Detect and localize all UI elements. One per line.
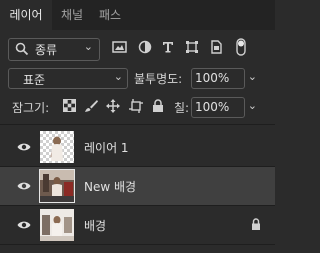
lock-label: 잠그기: — [12, 101, 50, 115]
brush-icon[interactable] — [84, 99, 98, 116]
tab-channels[interactable]: 채널 — [54, 0, 90, 30]
layer-row[interactable]: 레이어 1 — [0, 128, 275, 166]
layer-row-selected[interactable]: New 배경 — [0, 167, 275, 205]
opacity-value: 100% — [195, 71, 230, 85]
opacity-label: 불투명도: — [134, 72, 183, 86]
image-filter-icon[interactable] — [112, 40, 127, 57]
chevron-down-icon: ⌄ — [113, 70, 123, 83]
artboard-icon[interactable] — [129, 99, 143, 116]
eye-icon[interactable] — [17, 141, 31, 155]
layer-name[interactable]: New 배경 — [84, 178, 136, 195]
layer-name[interactable]: 배경 — [84, 217, 106, 234]
tab-paths[interactable]: 패스 — [92, 0, 128, 30]
blend-mode-select[interactable]: 표준 ⌄ — [8, 68, 128, 89]
layer-thumbnail — [40, 131, 74, 163]
eye-icon[interactable] — [17, 180, 31, 194]
filter-kind-label: 종류 — [35, 43, 58, 57]
filter-kind-select[interactable]: 종류 ⌄ — [8, 38, 100, 61]
filter-toggle-icon[interactable] — [236, 38, 246, 59]
eye-icon[interactable] — [17, 219, 31, 233]
lock-icon[interactable] — [152, 99, 164, 116]
layer-name[interactable]: 레이어 1 — [84, 139, 129, 156]
adjustment-filter-icon[interactable] — [138, 40, 152, 57]
layer-thumbnail — [40, 209, 74, 241]
blend-mode-value: 표준 — [23, 73, 46, 87]
panel-tab-bar: 레이어 채널 패스 — [0, 0, 275, 30]
tab-layers[interactable]: 레이어 — [0, 0, 52, 30]
search-icon — [15, 42, 29, 59]
smart-object-filter-icon[interactable] — [209, 40, 223, 57]
divider — [0, 244, 275, 245]
layer-thumbnail — [39, 169, 75, 203]
move-icon[interactable] — [106, 99, 120, 116]
chevron-down-icon[interactable]: ⌄ — [248, 70, 257, 83]
fill-value: 100% — [195, 100, 230, 114]
lock-icon[interactable] — [251, 218, 261, 234]
fill-input[interactable]: 100% ⌄ — [191, 97, 257, 118]
lock-transparency-icon[interactable] — [63, 99, 76, 115]
fill-label: 칠: — [174, 101, 190, 115]
layer-row[interactable]: 배경 — [0, 206, 275, 244]
opacity-input[interactable]: 100% ⌄ — [191, 68, 257, 89]
divider — [0, 124, 275, 125]
shape-filter-icon[interactable] — [185, 40, 199, 57]
type-filter-icon[interactable] — [161, 40, 175, 57]
chevron-down-icon: ⌄ — [83, 40, 93, 53]
chevron-down-icon[interactable]: ⌄ — [248, 99, 257, 112]
